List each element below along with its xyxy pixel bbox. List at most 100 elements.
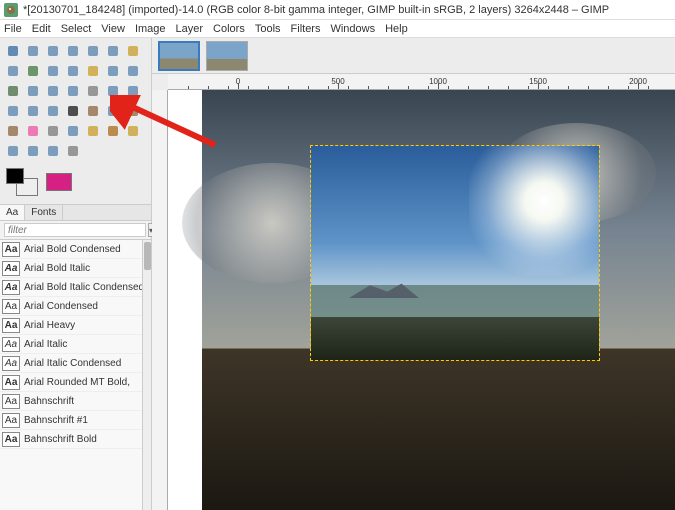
perspective-clone-tool[interactable] bbox=[4, 142, 22, 160]
color-picker-tool[interactable] bbox=[44, 62, 62, 80]
font-name: Arial Heavy bbox=[24, 320, 75, 331]
menu-file[interactable]: File bbox=[4, 23, 22, 35]
perspective-tool[interactable] bbox=[64, 82, 82, 100]
flip-tool[interactable] bbox=[84, 82, 102, 100]
font-name: Arial Bold Italic bbox=[24, 263, 90, 274]
font-name: Arial Bold Italic Condensed bbox=[24, 282, 144, 293]
color-swatches bbox=[0, 162, 151, 204]
align-tool[interactable] bbox=[24, 102, 42, 120]
ink-tool[interactable] bbox=[64, 122, 82, 140]
measure-tool[interactable] bbox=[84, 62, 102, 80]
bucket-fill-tool[interactable] bbox=[84, 102, 102, 120]
font-filter-row: ▾ bbox=[0, 220, 151, 239]
blur-tool[interactable] bbox=[24, 142, 42, 160]
font-name: Bahnschrift bbox=[24, 396, 74, 407]
smudge-tool[interactable] bbox=[44, 142, 62, 160]
font-row[interactable]: AaArial Rounded MT Bold, bbox=[0, 373, 151, 392]
font-row[interactable]: Aa Arial Italic bbox=[0, 335, 151, 354]
rotate-tool[interactable] bbox=[4, 82, 22, 100]
ruler-horizontal[interactable]: 0500100015002000 bbox=[168, 74, 675, 90]
canvas-viewport[interactable] bbox=[168, 90, 675, 510]
font-glyph-icon: Aa bbox=[2, 280, 20, 295]
font-row[interactable]: Aa Arial Bold Condensed bbox=[0, 240, 151, 259]
dodge-burn-tool[interactable] bbox=[64, 142, 82, 160]
thumb-2[interactable] bbox=[206, 41, 248, 71]
warp-tool[interactable] bbox=[4, 102, 22, 120]
by-color-select-tool[interactable] bbox=[104, 42, 122, 60]
font-row[interactable]: Aa Arial Bold Italic bbox=[0, 259, 151, 278]
mypaint-brush-tool[interactable] bbox=[84, 122, 102, 140]
document-tabs bbox=[152, 38, 675, 74]
eraser-tool[interactable] bbox=[24, 122, 42, 140]
menu-filters[interactable]: Filters bbox=[291, 23, 321, 35]
heal-tool[interactable] bbox=[124, 122, 142, 140]
foreground-select-tool[interactable] bbox=[4, 62, 22, 80]
text-tool[interactable] bbox=[64, 102, 82, 120]
menu-colors[interactable]: Colors bbox=[213, 23, 245, 35]
menubar: File Edit Select View Image Layer Colors… bbox=[0, 20, 675, 38]
font-scroll-thumb[interactable] bbox=[144, 242, 151, 270]
fg-color-swatch[interactable] bbox=[6, 168, 24, 184]
font-name: Arial Bold Condensed bbox=[24, 244, 121, 255]
clone-tool[interactable] bbox=[104, 122, 122, 140]
3d-transform-tool[interactable] bbox=[44, 102, 62, 120]
unified-transform-tool[interactable] bbox=[124, 62, 142, 80]
canvas-area: 0500100015002000 bbox=[152, 38, 675, 510]
menu-windows[interactable]: Windows bbox=[330, 23, 375, 35]
menu-view[interactable]: View bbox=[101, 23, 125, 35]
rect-select-tool[interactable] bbox=[24, 42, 42, 60]
tab-fonts[interactable]: Fonts bbox=[25, 205, 63, 220]
window-title: *[20130701_184248] (imported)-14.0 (RGB … bbox=[23, 4, 609, 16]
scissors-tool[interactable] bbox=[124, 42, 142, 60]
ellipse-select-tool[interactable] bbox=[44, 42, 62, 60]
font-glyph-icon: Aa bbox=[2, 318, 20, 333]
active-brush-swatch[interactable] bbox=[46, 173, 72, 191]
crop-tool[interactable] bbox=[104, 62, 122, 80]
menu-layer[interactable]: Layer bbox=[176, 23, 204, 35]
move-tool[interactable] bbox=[4, 42, 22, 60]
gradient-tool[interactable] bbox=[104, 102, 122, 120]
font-glyph-icon: Aa bbox=[2, 337, 20, 352]
font-glyph-icon: Aa bbox=[2, 299, 20, 314]
font-name: Arial Italic bbox=[24, 339, 67, 350]
handle-transform-tool[interactable] bbox=[124, 82, 142, 100]
paths-tool[interactable] bbox=[24, 62, 42, 80]
font-scrollbar[interactable] bbox=[142, 240, 151, 510]
font-list[interactable]: Aa Arial Bold Condensed Aa Arial Bold Itali… bbox=[0, 239, 151, 510]
ruler-vertical[interactable] bbox=[152, 90, 168, 510]
font-row[interactable]: Aa Arial Bold Italic Condensed bbox=[0, 278, 151, 297]
airbrush-tool[interactable] bbox=[44, 122, 62, 140]
menu-image[interactable]: Image bbox=[135, 23, 166, 35]
menu-edit[interactable]: Edit bbox=[32, 23, 51, 35]
font-filter-input[interactable] bbox=[4, 223, 146, 237]
font-row[interactable]: AaBahnschrift bbox=[0, 392, 151, 411]
font-row[interactable]: AaArial Italic Condensed bbox=[0, 354, 151, 373]
shear-tool[interactable] bbox=[44, 82, 62, 100]
app-icon bbox=[4, 3, 18, 17]
fuzzy-select-tool[interactable] bbox=[84, 42, 102, 60]
font-row[interactable]: Aa Bahnschrift Bold bbox=[0, 430, 151, 449]
paintbrush-tool[interactable] bbox=[4, 122, 22, 140]
font-name: Arial Italic Condensed bbox=[24, 358, 121, 369]
thumb-1[interactable] bbox=[158, 41, 200, 71]
font-glyph-icon: Aa bbox=[2, 432, 20, 447]
font-name: Bahnschrift Bold bbox=[24, 434, 97, 445]
font-glyph-icon: Aa bbox=[2, 413, 20, 428]
menu-select[interactable]: Select bbox=[61, 23, 92, 35]
menu-help[interactable]: Help bbox=[385, 23, 408, 35]
font-glyph-icon: Aa bbox=[2, 261, 20, 276]
pencil-tool[interactable] bbox=[124, 102, 142, 120]
image-canvas[interactable] bbox=[202, 90, 675, 510]
font-name: Bahnschrift #1 bbox=[24, 415, 88, 426]
cage-tool[interactable] bbox=[104, 82, 122, 100]
font-row[interactable]: Aa Arial Heavy bbox=[0, 316, 151, 335]
font-row[interactable]: AaArial Condensed bbox=[0, 297, 151, 316]
zoom-tool[interactable] bbox=[64, 62, 82, 80]
free-select-tool[interactable] bbox=[64, 42, 82, 60]
font-glyph-icon: Aa bbox=[2, 242, 20, 257]
scale-tool[interactable] bbox=[24, 82, 42, 100]
tab-aa[interactable]: Aa bbox=[0, 205, 25, 221]
font-row[interactable]: Aa Bahnschrift #1 bbox=[0, 411, 151, 430]
menu-tools[interactable]: Tools bbox=[255, 23, 281, 35]
selection-marquee[interactable] bbox=[310, 145, 600, 361]
